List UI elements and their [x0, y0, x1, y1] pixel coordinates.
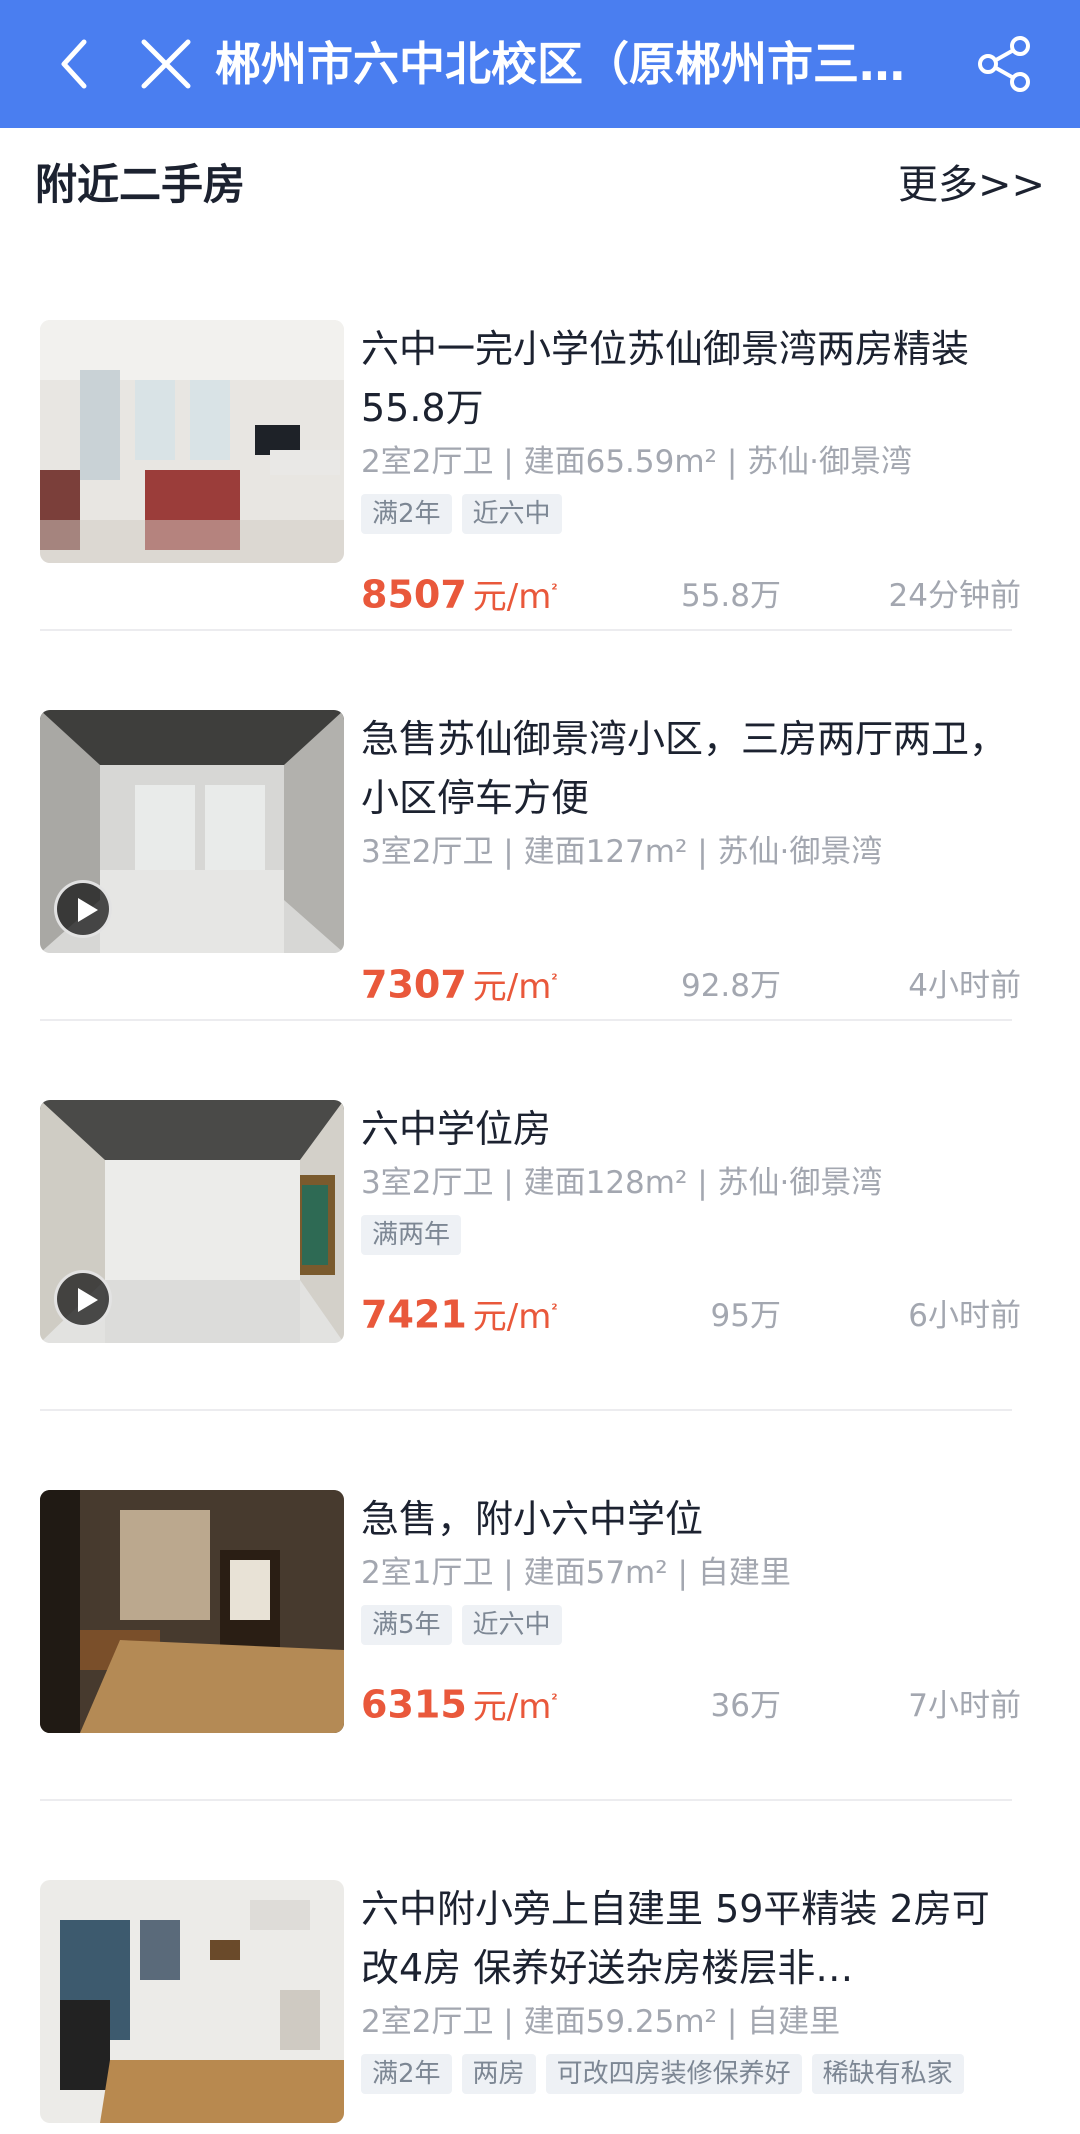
- listing-photo[interactable]: [40, 710, 344, 953]
- listing-photo[interactable]: [40, 1100, 344, 1343]
- price-row: 8507 元/m² 55.8万 24分钟前: [361, 565, 1021, 617]
- post-time: 6小时前: [908, 1298, 1021, 1334]
- listing-meta: 3室2厅卫 | 建面128m² | 苏仙·御景湾: [361, 1165, 883, 1201]
- listing-title: 急售苏仙御景湾小区，三房两厅两卫，小区停车方便: [361, 717, 1008, 820]
- unit-price: 6315 元/m²: [361, 1675, 557, 1732]
- unit-price-value: 7307: [361, 962, 467, 1007]
- listing-info: 急售，附小六中学位 2室1厅卫 | 建面57m² | 自建里 满5年 近六中: [361, 1490, 1021, 1647]
- unit-price-unit: 元/m: [472, 576, 552, 617]
- listing-tag: 满5年: [361, 1605, 452, 1645]
- close-icon[interactable]: [136, 34, 196, 94]
- unit-price-value: 7421: [361, 1292, 467, 1337]
- listing-meta: 2室2厅卫 | 建面65.59m² | 苏仙·御景湾: [361, 444, 912, 480]
- unit-price-value: 8507: [361, 572, 467, 617]
- divider: [40, 1799, 1012, 1801]
- section-header: 附近二手房 更多>>: [35, 155, 1045, 215]
- total-price: 55.8万: [680, 578, 781, 614]
- listing-photo[interactable]: [40, 1490, 344, 1733]
- section-title: 附近二手房: [35, 160, 246, 209]
- listing-meta: 3室2厅卫 | 建面127m² | 苏仙·御景湾: [361, 834, 883, 870]
- unit-price-sup: ²: [551, 1302, 558, 1318]
- unit-price-sup: ²: [551, 1692, 558, 1708]
- listing-tag: 近六中: [461, 1605, 562, 1645]
- listing-card[interactable]: 急售，附小六中学位 2室1厅卫 | 建面57m² | 自建里 满5年 近六中 63…: [40, 1490, 1021, 1802]
- listing-tag: 满两年: [361, 1215, 462, 1255]
- unit-price-unit: 元/m: [472, 1296, 552, 1337]
- listing-info: 六中附小旁上自建里 59平精装 2房可改4房 保养好送杂房楼层非… 2室2厅卫 …: [361, 1880, 1021, 2096]
- total-price: 36万: [710, 1688, 781, 1724]
- price-row: 7421 元/m² 95万 6小时前: [361, 1285, 1021, 1337]
- listing-tag: 满2年: [361, 2054, 452, 2094]
- listing-tag: 可改四房装修保养好: [545, 2054, 802, 2094]
- listing-info: 急售苏仙御景湾小区，三房两厅两卫，小区停车方便 3室2厅卫 | 建面127m² …: [361, 710, 1021, 874]
- listing-title: 六中一完小学位苏仙御景湾两房精装55.8万: [361, 327, 970, 430]
- post-time: 7小时前: [908, 1688, 1021, 1724]
- listing-meta: 2室2厅卫 | 建面59.25m² | 自建里: [361, 2004, 841, 2040]
- play-icon[interactable]: [54, 1270, 112, 1328]
- price-row: 7307 元/m² 92.8万 4小时前: [361, 955, 1021, 1007]
- listing-tag: 满2年: [361, 494, 452, 534]
- listing-tag: 稀缺有私家: [811, 2054, 964, 2094]
- share-icon[interactable]: [975, 34, 1035, 94]
- listing-title: 六中学位房: [361, 1107, 552, 1151]
- divider: [40, 629, 1012, 631]
- chevron-left-icon[interactable]: [46, 34, 106, 94]
- listing-tag: 近六中: [461, 494, 562, 534]
- listing-info: 六中学位房 3室2厅卫 | 建面128m² | 苏仙·御景湾 满两年: [361, 1100, 1021, 1257]
- listing-card[interactable]: 急售苏仙御景湾小区，三房两厅两卫，小区停车方便 3室2厅卫 | 建面127m² …: [40, 710, 1021, 1022]
- post-time: 4小时前: [908, 968, 1021, 1004]
- listing-tags: 满两年: [361, 1215, 1021, 1257]
- post-time: 24分钟前: [888, 578, 1021, 614]
- unit-price: 7307 元/m²: [361, 955, 557, 1012]
- divider: [40, 1019, 1012, 1021]
- unit-price-sup: ²: [551, 582, 558, 598]
- top-bar: 郴州市六中北校区（原郴州市三中）: [0, 0, 1080, 128]
- total-price: 95万: [710, 1298, 781, 1334]
- unit-price-sup: ²: [551, 972, 558, 988]
- listing-card[interactable]: 六中一完小学位苏仙御景湾两房精装55.8万 2室2厅卫 | 建面65.59m² …: [40, 320, 1021, 632]
- listing-info: 六中一完小学位苏仙御景湾两房精装55.8万 2室2厅卫 | 建面65.59m² …: [361, 320, 1021, 536]
- listing-title: 六中附小旁上自建里 59平精装 2房可改4房 保养好送杂房楼层非…: [361, 1887, 990, 1990]
- listing-meta: 2室1厅卫 | 建面57m² | 自建里: [361, 1555, 791, 1591]
- listing-title: 急售，附小六中学位: [361, 1497, 704, 1541]
- divider: [40, 1409, 1012, 1411]
- unit-price: 8507 元/m²: [361, 565, 557, 622]
- listing-card[interactable]: 六中附小旁上自建里 59平精装 2房可改4房 保养好送杂房楼层非… 2室2厅卫 …: [40, 1880, 1012, 2134]
- listing-tags: 满2年 两房 可改四房装修保养好 稀缺有私家: [361, 2054, 1021, 2096]
- unit-price-value: 6315: [361, 1682, 467, 1727]
- listing-photo[interactable]: [40, 1880, 344, 2123]
- more-link[interactable]: 更多>>: [898, 155, 1045, 215]
- listing-tag: 两房: [461, 2054, 536, 2094]
- price-row: 6315 元/m² 36万 7小时前: [361, 1675, 1021, 1727]
- listing-tags: 满5年 近六中: [361, 1605, 1021, 1647]
- listing-tags: 满2年 近六中: [361, 494, 1021, 536]
- unit-price-unit: 元/m: [472, 1686, 552, 1727]
- total-price: 92.8万: [680, 968, 781, 1004]
- listing-photo[interactable]: [40, 320, 344, 563]
- unit-price-unit: 元/m: [472, 966, 552, 1007]
- unit-price: 7421 元/m²: [361, 1285, 557, 1342]
- page-title: 郴州市六中北校区（原郴州市三中）: [215, 37, 945, 91]
- play-icon[interactable]: [54, 880, 112, 938]
- listing-card[interactable]: 六中学位房 3室2厅卫 | 建面128m² | 苏仙·御景湾 满两年 7421 元…: [40, 1100, 1021, 1412]
